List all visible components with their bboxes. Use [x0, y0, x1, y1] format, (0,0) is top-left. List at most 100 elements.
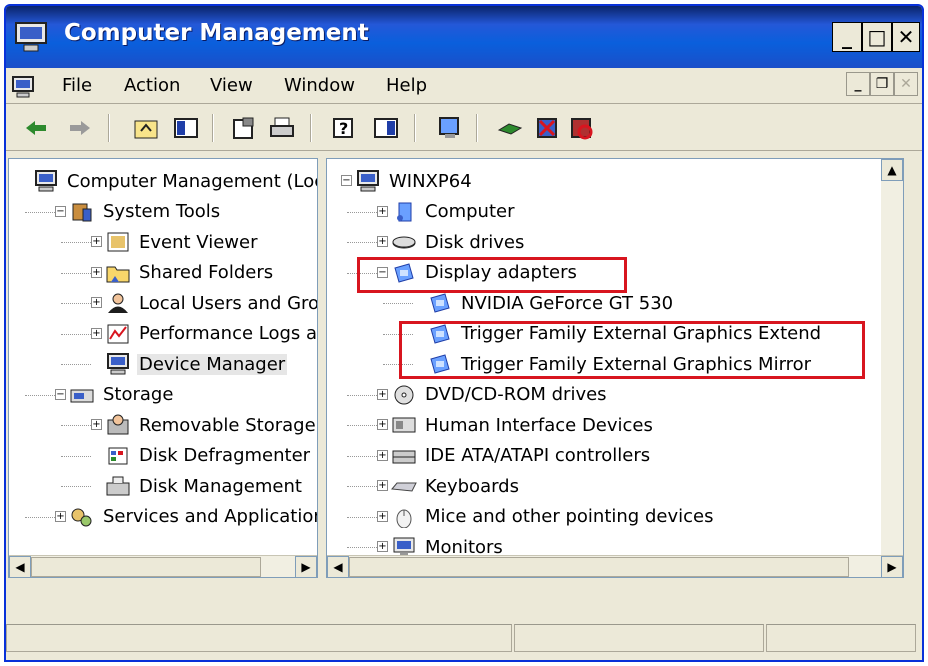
expand-toggle[interactable]: + [91, 266, 102, 278]
tree-node-local-users-and-gro[interactable]: Local Users and Gro [105, 289, 317, 317]
scroll-left-button[interactable]: ◀ [327, 556, 349, 577]
left-horizontal-scrollbar[interactable]: ◀ ▶ [9, 555, 317, 577]
tree-connector [347, 486, 377, 487]
show-hide-action-pane-icon[interactable] [372, 114, 400, 142]
tree-connector [61, 455, 91, 457]
collapse-toggle[interactable]: − [55, 205, 66, 217]
mmc-menu-icon[interactable] [10, 76, 38, 98]
tree-node-disk-management[interactable]: Disk Management [105, 472, 304, 500]
right-horizontal-scrollbar[interactable]: ◀ ▶ [327, 555, 903, 577]
hid-icon [391, 414, 417, 436]
tree-node-label: Performance Logs a [139, 323, 318, 344]
child-restore-button[interactable]: ❐ [870, 72, 894, 96]
scroll-right-button[interactable]: ▶ [881, 556, 903, 577]
menu-view[interactable]: View [210, 75, 253, 96]
tree-node-performance-logs-a[interactable]: Performance Logs a [105, 320, 318, 348]
scroll-thumb[interactable] [31, 557, 261, 577]
uninstall-icon[interactable] [534, 114, 562, 142]
highlight-box-trigger-devices [399, 321, 865, 379]
expand-toggle[interactable]: + [91, 297, 102, 308]
tree-node-winxp64[interactable]: WINXP64 [355, 167, 474, 195]
expand-toggle[interactable]: + [377, 236, 388, 247]
tree-node-disk-drives[interactable]: Disk drives [391, 228, 526, 256]
forward-arrow-icon[interactable] [66, 114, 94, 142]
expand-toggle[interactable]: + [91, 236, 102, 247]
expand-toggle[interactable]: + [377, 480, 388, 491]
menu-window[interactable]: Window [284, 75, 355, 96]
maximize-button[interactable]: □ [862, 22, 892, 52]
tree-node-keyboards[interactable]: Keyboards [391, 472, 521, 500]
expand-toggle[interactable]: + [55, 510, 66, 522]
toolbar-separator [476, 114, 478, 142]
tree-node-removable-storage[interactable]: Removable Storage [105, 411, 317, 439]
expand-toggle[interactable]: + [377, 419, 388, 430]
up-one-level-icon[interactable] [132, 114, 160, 142]
toolbar-separator [212, 114, 214, 142]
tree-node-dvd-cd-rom-drives[interactable]: DVD/CD-ROM drives [391, 381, 609, 409]
expand-toggle[interactable]: + [91, 327, 102, 339]
scroll-left-button[interactable]: ◀ [9, 556, 31, 577]
collapse-toggle[interactable]: − [341, 175, 352, 186]
tree-node-label: Disk drives [425, 231, 525, 253]
help-icon[interactable]: ? [330, 114, 358, 142]
console-tree-pane[interactable]: Computer Management (Loc System Tools − Eve… [8, 158, 318, 578]
ide-controller-icon [391, 445, 417, 467]
print-icon[interactable] [268, 114, 296, 142]
scan-hardware-icon[interactable] [436, 114, 464, 142]
performance-logs-icon [105, 323, 131, 345]
computer-management-icon [33, 170, 59, 192]
properties-icon[interactable] [230, 114, 258, 142]
tree-node-shared-folders[interactable]: Shared Folders [105, 259, 275, 287]
disable-device-icon[interactable] [568, 114, 596, 142]
expand-toggle[interactable]: + [377, 205, 388, 217]
child-close-button[interactable]: ✕ [894, 72, 918, 96]
tree-node-label: Keyboards [425, 475, 519, 497]
tree-node-label: Device Manager [137, 353, 288, 375]
expand-toggle[interactable]: + [377, 449, 388, 461]
tree-node-nvidia-geforce-gt-530[interactable]: NVIDIA GeForce GT 530 [427, 289, 675, 317]
right-vertical-scrollbar[interactable]: ▲ [881, 159, 903, 557]
menu-action[interactable]: Action [124, 75, 180, 96]
expand-toggle[interactable]: + [377, 541, 388, 552]
tree-node-computer-management-loc[interactable]: Computer Management (Loc [33, 167, 317, 195]
toolbar-separator [108, 114, 110, 142]
expand-toggle[interactable]: + [91, 419, 102, 430]
update-driver-icon[interactable] [496, 114, 524, 142]
back-arrow-icon[interactable] [22, 114, 50, 142]
menu-help[interactable]: Help [386, 75, 427, 96]
system-tools-icon [69, 201, 95, 223]
expand-toggle[interactable]: + [377, 510, 388, 522]
collapse-toggle[interactable]: − [55, 388, 66, 400]
tree-node-label: Storage [103, 384, 174, 405]
event-viewer-icon [105, 231, 131, 253]
device-tree-pane[interactable]: WINXP64− Computer + Disk drives + Display ada… [326, 158, 904, 578]
tree-node-label: System Tools [103, 201, 221, 222]
show-hide-tree-icon[interactable] [172, 114, 200, 142]
tree-node-human-interface-devices[interactable]: Human Interface Devices [391, 411, 655, 439]
disk-defragmenter-icon [105, 445, 131, 467]
cdrom-icon [391, 384, 417, 406]
title-bar[interactable]: Computer Management _ □ ✕ [6, 6, 922, 68]
expand-toggle[interactable]: + [377, 388, 388, 400]
tree-connector [61, 425, 91, 426]
tree-node-mice-and-other-pointing-devices[interactable]: Mice and other pointing devices [391, 503, 715, 531]
tree-node-device-manager[interactable]: Device Manager [105, 350, 288, 378]
scroll-right-button[interactable]: ▶ [295, 556, 317, 577]
tree-node-disk-defragmenter[interactable]: Disk Defragmenter [105, 442, 312, 470]
tree-node-computer[interactable]: Computer [391, 198, 516, 226]
tree-connector [25, 211, 55, 213]
minimize-button[interactable]: _ [832, 22, 862, 52]
tree-connector [61, 242, 91, 243]
removable-storage-icon [105, 414, 131, 436]
tree-node-event-viewer[interactable]: Event Viewer [105, 228, 259, 256]
tree-node-storage[interactable]: Storage [69, 381, 175, 409]
tree-node-label: IDE ATA/ATAPI controllers [425, 445, 651, 466]
menu-file[interactable]: File [62, 75, 92, 96]
tree-node-services-and-application[interactable]: Services and Application [69, 503, 317, 531]
scroll-thumb[interactable] [349, 557, 849, 577]
close-button[interactable]: ✕ [892, 22, 920, 52]
tree-node-system-tools[interactable]: System Tools [69, 198, 222, 226]
scroll-up-button[interactable]: ▲ [881, 159, 903, 181]
tree-node-ide-ata-atapi-controllers[interactable]: IDE ATA/ATAPI controllers [391, 442, 652, 470]
child-minimize-button[interactable]: _ [846, 72, 870, 96]
